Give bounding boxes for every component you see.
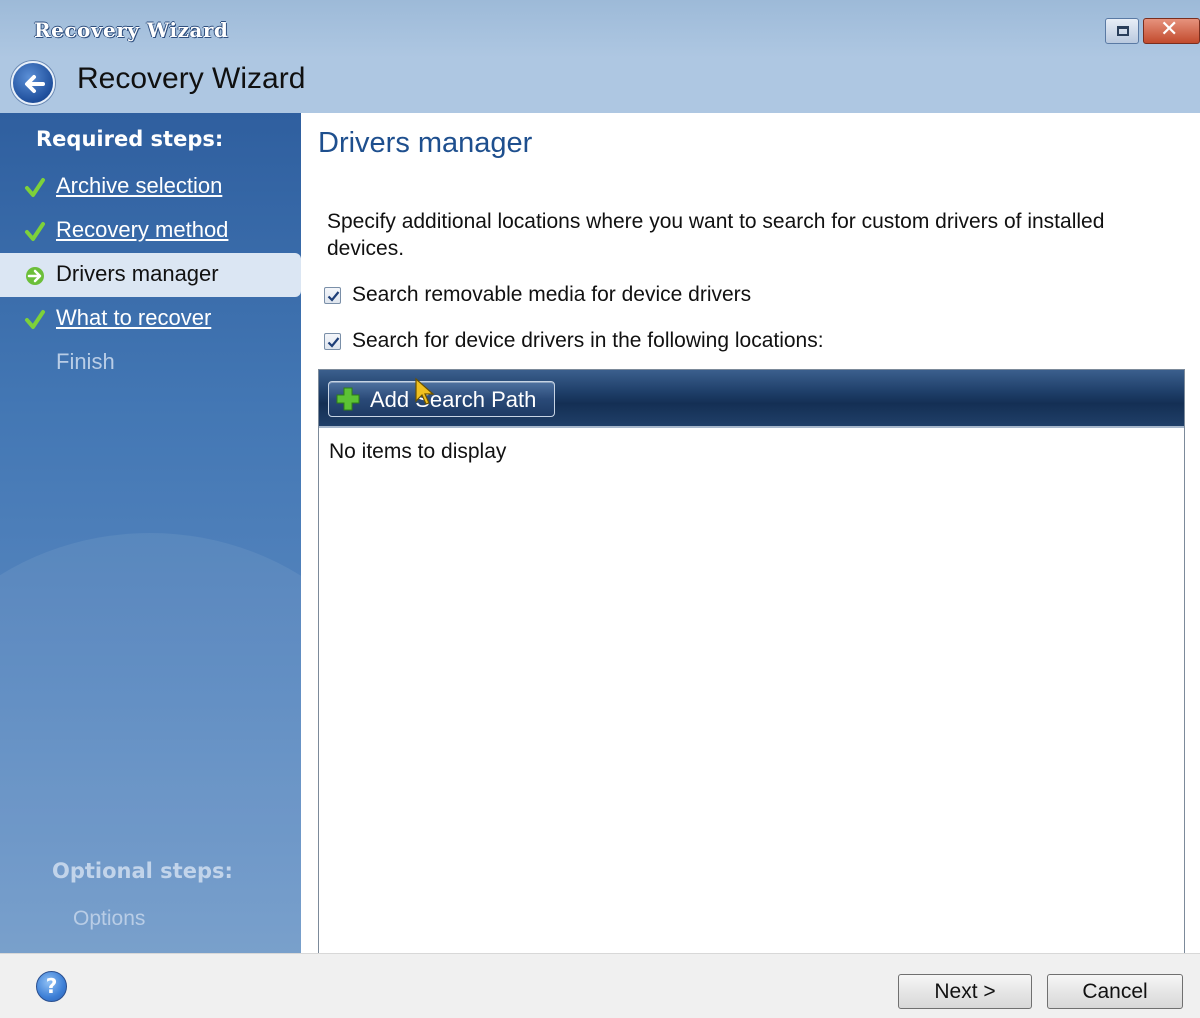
sidebar-item-archive-selection[interactable]: Archive selection bbox=[0, 165, 301, 209]
page-title: Recovery Wizard bbox=[77, 62, 306, 95]
cancel-button[interactable]: Cancel bbox=[1047, 974, 1183, 1009]
sidebar-item-finish: Finish bbox=[0, 341, 301, 385]
restore-icon bbox=[1117, 26, 1129, 36]
checkmark-icon bbox=[25, 222, 45, 241]
search-removable-media-checkbox[interactable]: Search removable media for device driver… bbox=[324, 282, 751, 308]
checkbox-label: Search for device drivers in the followi… bbox=[352, 329, 824, 352]
checkbox-checked-icon[interactable] bbox=[324, 286, 341, 304]
window-title: Recovery Wizard bbox=[34, 18, 229, 42]
steps-sidebar: Required steps: Archive selection Recove… bbox=[0, 113, 301, 953]
sidebar-item-label: Recovery method bbox=[56, 217, 229, 242]
checkbox-label: Search removable media for device driver… bbox=[352, 283, 752, 306]
sidebar-item-options: Options bbox=[73, 907, 146, 930]
next-button[interactable]: Next > bbox=[898, 974, 1032, 1009]
help-icon[interactable]: ? bbox=[36, 971, 67, 1002]
checkmark-icon bbox=[25, 310, 45, 329]
wizard-header: Recovery Wizard bbox=[0, 58, 1200, 113]
plus-icon bbox=[336, 387, 360, 411]
back-arrow-icon[interactable] bbox=[11, 61, 55, 105]
list-toolbar: Add Search Path bbox=[319, 370, 1184, 428]
arrow-right-icon bbox=[26, 267, 44, 285]
checkbox-checked-icon[interactable] bbox=[324, 332, 341, 350]
description-text: Specify additional locations where you w… bbox=[327, 210, 1105, 260]
sidebar-item-what-to-recover[interactable]: What to recover bbox=[0, 297, 301, 341]
mouse-cursor-icon bbox=[415, 377, 435, 405]
add-search-path-label: Add Search Path bbox=[370, 387, 537, 412]
restore-button[interactable] bbox=[1105, 18, 1139, 44]
main-panel: Drivers manager Specify additional locat… bbox=[301, 113, 1200, 1018]
title-bar: Recovery Wizard ✕ bbox=[0, 0, 1200, 58]
search-locations-checkbox[interactable]: Search for device drivers in the followi… bbox=[324, 328, 824, 354]
checkmark-icon bbox=[25, 178, 45, 197]
wizard-footer: ? Next > Cancel bbox=[0, 953, 1200, 1018]
sidebar-item-recovery-method[interactable]: Recovery method bbox=[0, 209, 301, 253]
add-search-path-button[interactable]: Add Search Path bbox=[328, 381, 555, 417]
sidebar-item-drivers-manager[interactable]: Drivers manager bbox=[0, 253, 301, 297]
optional-steps-heading: Optional steps: bbox=[52, 859, 233, 883]
sidebar-item-label: What to recover bbox=[56, 305, 212, 330]
search-paths-list[interactable]: Add Search Path No items to display bbox=[318, 369, 1185, 1018]
required-steps-heading: Required steps: bbox=[36, 127, 224, 151]
sidebar-item-label: Finish bbox=[56, 349, 115, 374]
close-icon: ✕ bbox=[1160, 17, 1179, 42]
sidebar-item-label: Archive selection bbox=[56, 173, 223, 198]
section-title: Drivers manager bbox=[318, 127, 533, 159]
close-button[interactable]: ✕ bbox=[1143, 17, 1200, 44]
sidebar-item-label: Drivers manager bbox=[56, 261, 219, 286]
empty-list-message: No items to display bbox=[329, 440, 507, 463]
